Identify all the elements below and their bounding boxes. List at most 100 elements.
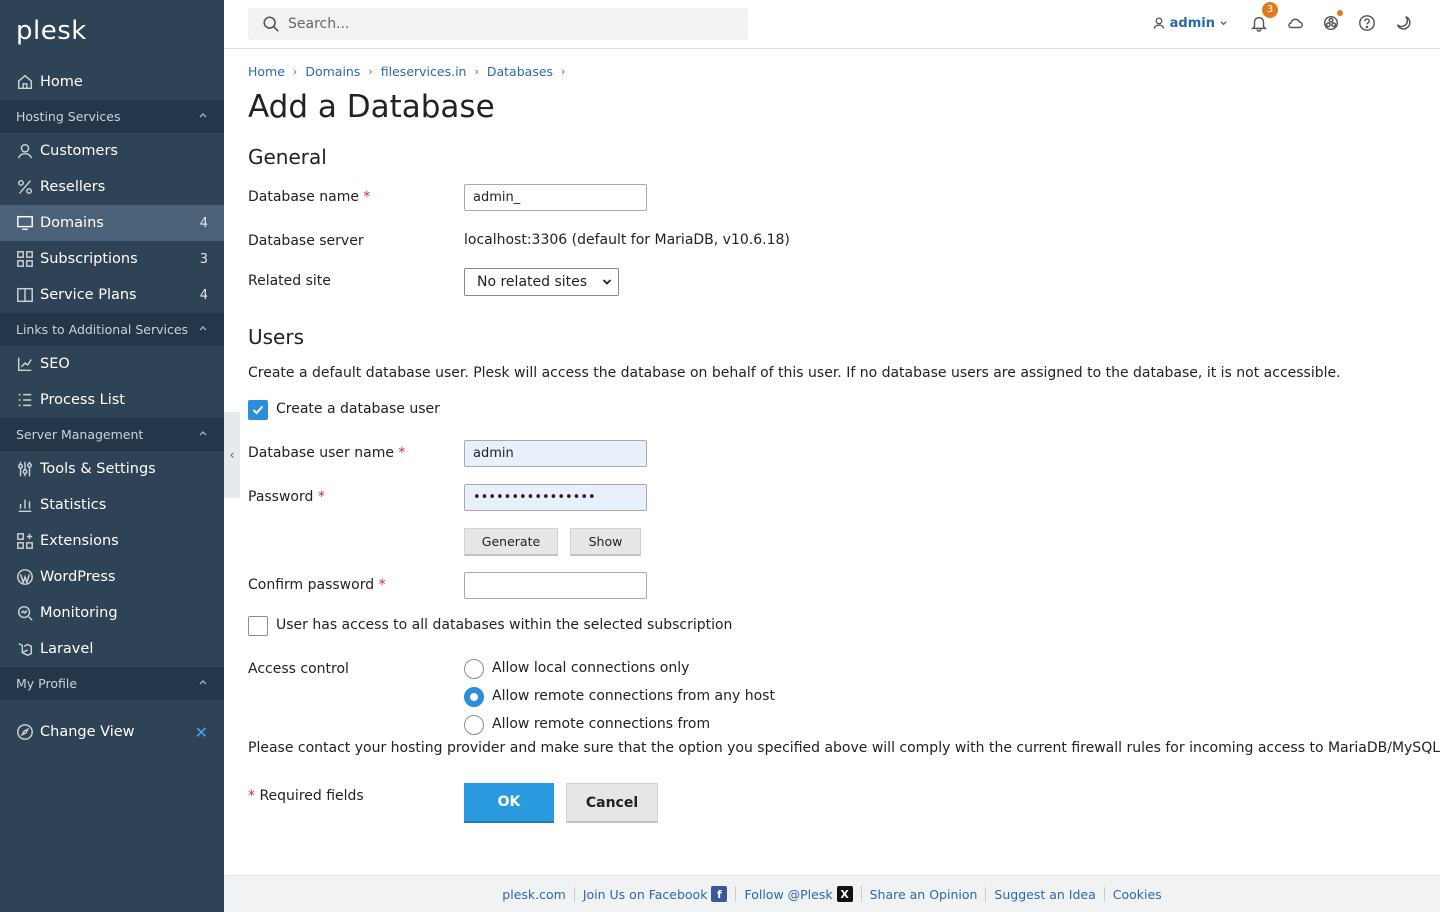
sidebar-item-service-plans[interactable]: Service Plans 4 (0, 277, 224, 313)
footer-link-facebook[interactable]: Join Us on Facebook f (575, 886, 737, 902)
services-button[interactable] (1320, 10, 1343, 34)
sidebar-item-tools-settings[interactable]: Tools & Settings (0, 451, 224, 487)
breadcrumb-home[interactable]: Home (248, 64, 285, 79)
sidebar: plesk Home Hosting Services Customers Re… (0, 0, 224, 912)
help-button[interactable] (1356, 12, 1378, 34)
radio-local-only-label[interactable]: Allow local connections only (492, 660, 689, 676)
sidebar-item-label: SEO (40, 356, 70, 372)
footer-link-idea[interactable]: Suggest an Idea (986, 886, 1105, 902)
footer-link-plesk[interactable]: plesk.com (494, 886, 575, 902)
sidebar-item-laravel[interactable]: Laravel (0, 631, 224, 667)
ok-button[interactable]: OK (464, 783, 554, 823)
sidebar-item-process-list[interactable]: Process List (0, 382, 224, 418)
required-fields-note: * Required fields (248, 788, 364, 804)
moon-icon (1396, 16, 1411, 30)
user-icon (1153, 17, 1165, 29)
sidebar-item-resellers[interactable]: Resellers (0, 169, 224, 205)
username-label: Database user name * (248, 445, 405, 461)
close-icon[interactable]: ✕ (195, 723, 208, 742)
radio-remote-from-label[interactable]: Allow remote connections from (492, 716, 710, 732)
footer-link-text: Share an Opinion (869, 886, 978, 902)
all-db-access-checkbox[interactable] (248, 616, 268, 636)
sidebar-item-statistics[interactable]: Statistics (0, 487, 224, 523)
radio-local-only[interactable] (464, 659, 484, 679)
radio-remote-any[interactable] (464, 687, 484, 707)
notification-badge: 3 (1262, 2, 1278, 18)
section-hosting-services[interactable]: Hosting Services (0, 100, 224, 133)
footer-link-opinion[interactable]: Share an Opinion (862, 886, 987, 902)
generate-button[interactable]: Generate (464, 528, 558, 556)
sidebar-item-customers[interactable]: Customers (0, 133, 224, 169)
create-user-checkbox[interactable] (248, 400, 268, 420)
section-my-profile[interactable]: My Profile (0, 667, 224, 700)
breadcrumb-domains[interactable]: Domains (305, 64, 360, 79)
sidebar-item-home[interactable]: Home (0, 64, 224, 100)
topbar-actions: admin 3 (1152, 2, 1414, 34)
user-name: admin (1169, 15, 1215, 31)
breadcrumb: Home › Domains › fileservices.in › Datab… (248, 64, 573, 79)
breadcrumb-databases[interactable]: Databases (487, 64, 553, 79)
db-name-label-text: Database name (248, 189, 359, 205)
db-name-label: Database name * (248, 189, 370, 205)
cloud-button[interactable] (1284, 12, 1306, 34)
sidebar-collapse-handle[interactable]: ‹ (224, 412, 240, 498)
page-title: Add a Database (248, 89, 495, 125)
db-name-input[interactable] (464, 184, 647, 211)
book-icon (16, 286, 34, 304)
sidebar-item-domains[interactable]: Domains 4 (0, 205, 224, 241)
username-input[interactable] (464, 440, 647, 467)
compass-icon (16, 723, 34, 741)
plesk-logo[interactable]: plesk (0, 0, 224, 60)
wordpress-icon (16, 568, 34, 586)
user-menu[interactable]: admin (1152, 16, 1228, 31)
all-db-access-label[interactable]: User has access to all databases within … (276, 617, 732, 633)
chevron-right-icon: › (368, 65, 373, 78)
notifications-button[interactable]: 3 (1248, 2, 1278, 34)
password-input[interactable] (464, 484, 647, 511)
username-label-text: Database user name (248, 445, 394, 461)
required-marker: * (317, 489, 325, 505)
confirm-password-input[interactable] (464, 572, 647, 599)
section-links-additional[interactable]: Links to Additional Services (0, 313, 224, 346)
section-server-management[interactable]: Server Management (0, 418, 224, 451)
sidebar-item-label: Domains (40, 215, 104, 231)
users-description: Create a default database user. Plesk wi… (248, 365, 1341, 381)
search-box[interactable] (248, 8, 748, 40)
grid-icon (16, 250, 34, 268)
chevron-up-icon (199, 431, 207, 436)
service-plans-count: 4 (199, 287, 208, 303)
sidebar-item-label: Laravel (40, 641, 94, 657)
sidebar-item-monitoring[interactable]: Monitoring (0, 595, 224, 631)
radio-remote-from[interactable] (464, 715, 484, 735)
related-site-label: Related site (248, 273, 331, 289)
show-password-button[interactable]: Show (570, 528, 641, 556)
radio-remote-any-label[interactable]: Allow remote connections from any host (492, 688, 775, 704)
sidebar-item-extensions[interactable]: Extensions (0, 523, 224, 559)
sidebar-item-change-view[interactable]: Change View ✕ (0, 714, 224, 750)
list-icon (16, 391, 34, 409)
cloud-icon (1288, 18, 1303, 29)
footer-link-text: plesk.com (502, 886, 566, 902)
breadcrumb-domain[interactable]: fileservices.in (381, 64, 467, 79)
related-site-select[interactable]: No related sites (464, 268, 619, 296)
section-label: My Profile (16, 676, 78, 691)
footer-link-twitter[interactable]: Follow @Plesk X (736, 886, 862, 902)
footer-link-cookies[interactable]: Cookies (1105, 887, 1170, 902)
cancel-button[interactable]: Cancel (566, 783, 658, 823)
sidebar-item-wordpress[interactable]: WordPress (0, 559, 224, 595)
chart-up-icon (16, 355, 34, 373)
sidebar-item-seo[interactable]: SEO (0, 346, 224, 382)
firewall-note: Please contact your hosting provider and… (248, 740, 1440, 756)
search-input[interactable] (288, 16, 728, 32)
search-icon (263, 16, 279, 32)
footer-link-text: Suggest an Idea (994, 886, 1096, 902)
status-dot (1337, 10, 1343, 16)
sidebar-item-subscriptions[interactable]: Subscriptions 3 (0, 241, 224, 277)
sidebar-item-label: Home (40, 74, 83, 90)
sidebar-item-label: Service Plans (40, 287, 137, 303)
theme-toggle-button[interactable] (1392, 12, 1414, 34)
create-user-label[interactable]: Create a database user (276, 401, 440, 417)
password-label-text: Password (248, 489, 314, 505)
monitor-icon (16, 214, 34, 232)
x-icon: X (836, 886, 853, 902)
